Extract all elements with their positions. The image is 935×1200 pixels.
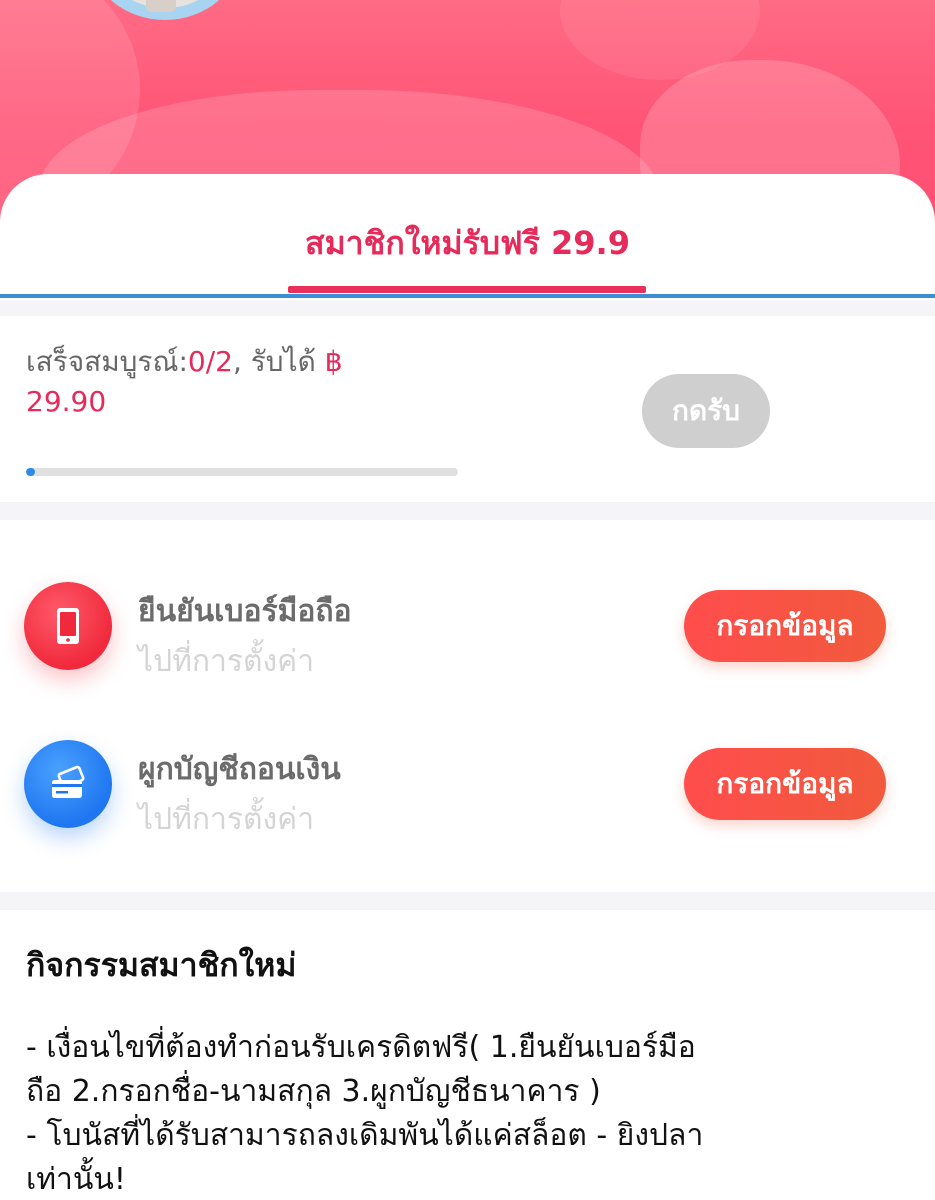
task-bind-withdraw-account: ผูกบัญชีถอนเงิน ไปที่การตั้งค่า กรอกข้อม… bbox=[0, 740, 935, 860]
card-icon bbox=[24, 740, 112, 828]
fill-info-button[interactable]: กรอกข้อมูล bbox=[684, 590, 886, 662]
reward-amount: 29.90 bbox=[26, 385, 107, 418]
tab-new-member[interactable]: สมาชิกใหม่รับฟรี 29.9 bbox=[0, 218, 935, 269]
claim-button[interactable]: กดรับ bbox=[642, 374, 770, 448]
task-title: ผูกบัญชีถอนเงิน bbox=[138, 752, 341, 787]
task-subtitle: ไปที่การตั้งค่า bbox=[138, 802, 315, 837]
task-title: ยืนยันเบอร์มือถือ bbox=[138, 594, 352, 629]
activity-description: - เงื่อนไขที่ต้องทำก่อนรับเครดิตฟรี( 1.ย… bbox=[26, 1026, 906, 1200]
progress-complete-label: เสร็จสมบูรณ์: bbox=[26, 345, 188, 378]
avatar-image bbox=[146, 0, 176, 12]
activity-line: เท่านั้น! bbox=[26, 1162, 126, 1197]
activity-line: ถือ 2.กรอกชื่อ-นามสกุล 3.ผูกบัญชีธนาคาร … bbox=[26, 1074, 601, 1109]
task-verify-phone: ยืนยันเบอร์มือถือ ไปที่การตั้งค่า กรอกข้… bbox=[0, 582, 935, 702]
task-subtitle: ไปที่การตั้งค่า bbox=[138, 644, 315, 679]
activity-title: กิจกรรมสมาชิกใหม่ bbox=[26, 946, 297, 984]
progress-bar bbox=[26, 468, 458, 476]
progress-card: เสร็จสมบูรณ์:0/2, รับได้ ฿ 29.90 กดรับ bbox=[0, 316, 935, 502]
tab-active-indicator bbox=[288, 286, 646, 293]
activity-line: - เงื่อนไขที่ต้องทำก่อนรับเครดิตฟรี( 1.ย… bbox=[26, 1030, 696, 1065]
phone-icon bbox=[24, 582, 112, 670]
activity-line: - โบนัสที่ได้รับสามารถลงเดิมพันได้แค่สล็… bbox=[26, 1118, 704, 1153]
activity-info: กิจกรรมสมาชิกใหม่ - เงื่อนไขที่ต้องทำก่อ… bbox=[0, 910, 935, 1200]
tab-divider bbox=[0, 294, 935, 298]
tab-bar: สมาชิกใหม่รับฟรี 29.9 bbox=[0, 174, 935, 300]
progress-receive-label: , รับได้ bbox=[232, 345, 325, 378]
progress-summary: เสร็จสมบูรณ์:0/2, รับได้ ฿ 29.90 bbox=[26, 342, 446, 422]
task-list: ยืนยันเบอร์มือถือ ไปที่การตั้งค่า กรอกข้… bbox=[0, 520, 935, 892]
progress-bar-fill bbox=[26, 468, 35, 476]
currency-symbol: ฿ bbox=[324, 345, 343, 378]
fill-info-button[interactable]: กรอกข้อมูล bbox=[684, 748, 886, 820]
progress-complete-value: 0/2 bbox=[187, 345, 233, 378]
